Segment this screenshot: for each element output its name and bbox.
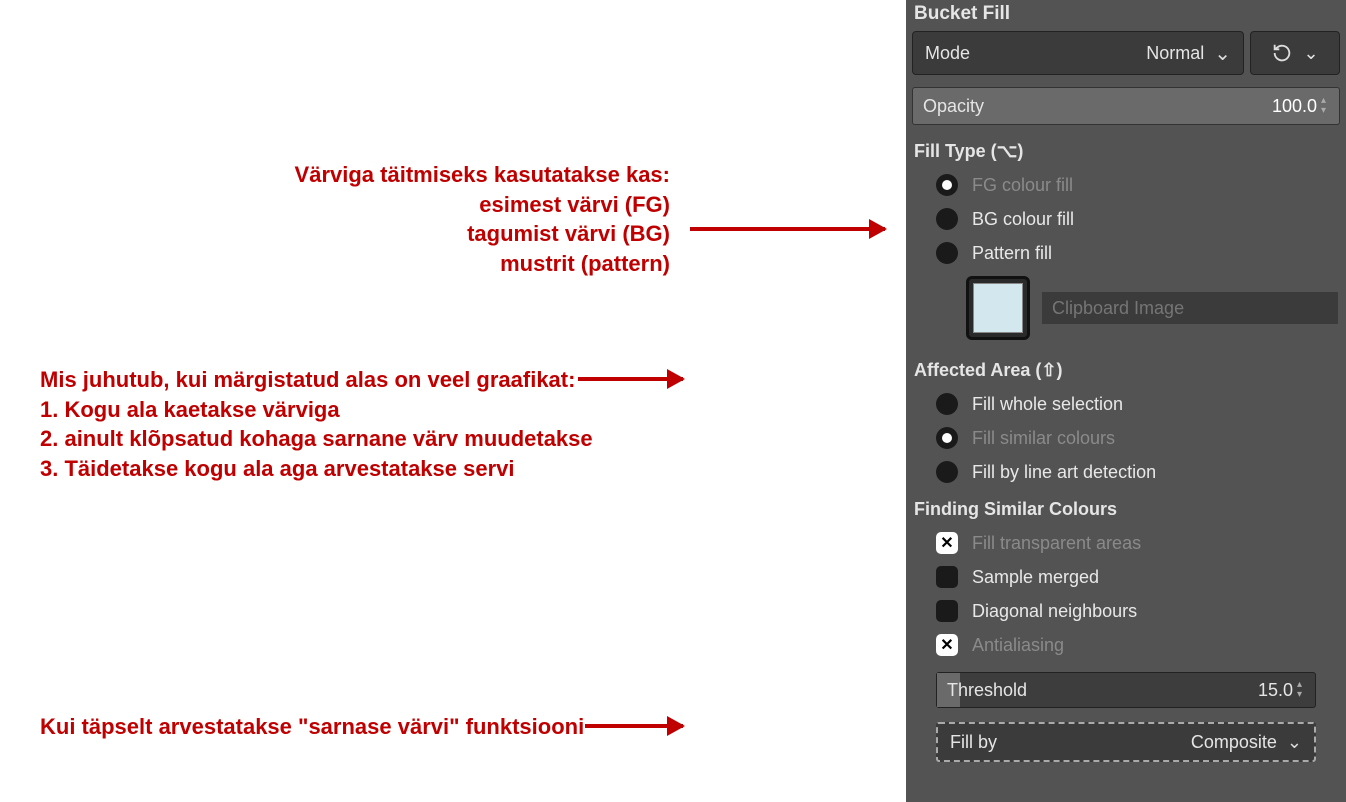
fill-by-value: Composite bbox=[1191, 732, 1277, 753]
anno-line: 3. Täidetakse kogu ala aga arvestatakse … bbox=[40, 454, 593, 484]
anno-line: Mis juhutub, kui märgistatud alas on vee… bbox=[40, 365, 593, 395]
threshold-label: Threshold bbox=[947, 680, 1027, 701]
diagonal-check[interactable]: Diagonal neighbours bbox=[906, 594, 1346, 628]
option-label: Fill similar colours bbox=[972, 428, 1115, 449]
radio-icon bbox=[936, 174, 958, 196]
panel-title: Bucket Fill bbox=[906, 0, 1346, 31]
opacity-slider[interactable]: Opacity 100.0 ▴▾ bbox=[912, 87, 1340, 125]
checkbox-icon: ✕ bbox=[936, 532, 958, 554]
chevron-down-icon: ⌄ bbox=[1214, 41, 1231, 66]
reset-icon bbox=[1271, 42, 1293, 64]
pattern-swatch[interactable] bbox=[966, 276, 1030, 340]
affected-lineart-option[interactable]: Fill by line art detection bbox=[906, 455, 1346, 489]
anno-line: mustrit (pattern) bbox=[295, 249, 670, 279]
finding-header: Finding Similar Colours bbox=[906, 489, 1346, 526]
affected-area-header: Affected Area (⇧) bbox=[906, 350, 1346, 387]
threshold-value: 15.0 bbox=[1258, 680, 1293, 701]
tool-options-panel: Bucket Fill Mode Normal ⌄ ⌄ Opacity 100.… bbox=[906, 0, 1346, 802]
checkbox-icon bbox=[936, 600, 958, 622]
affected-similar-option[interactable]: Fill similar colours bbox=[906, 421, 1346, 455]
pattern-name-field[interactable]: Clipboard Image bbox=[1042, 292, 1338, 324]
radio-icon bbox=[936, 427, 958, 449]
option-label: Fill whole selection bbox=[972, 394, 1123, 415]
radio-icon bbox=[936, 242, 958, 264]
fill-transparent-check[interactable]: ✕ Fill transparent areas bbox=[906, 526, 1346, 560]
option-label: Antialiasing bbox=[972, 635, 1064, 656]
fill-type-header: Fill Type (⌥) bbox=[906, 131, 1346, 168]
opacity-label: Opacity bbox=[923, 96, 984, 117]
mode-reset-button[interactable]: ⌄ bbox=[1250, 31, 1340, 75]
fill-by-select[interactable]: Fill by Composite ⌄ bbox=[936, 722, 1316, 762]
radio-icon bbox=[936, 393, 958, 415]
checkbox-icon bbox=[936, 566, 958, 588]
anno-line: Värviga täitmiseks kasutatakse kas: bbox=[295, 160, 670, 190]
arrow-threshold bbox=[585, 724, 683, 728]
threshold-slider[interactable]: Threshold 15.0 ▴▾ bbox=[936, 672, 1316, 708]
mode-value: Normal bbox=[1146, 43, 1204, 64]
option-label: Fill transparent areas bbox=[972, 533, 1141, 554]
anno-line: esimest värvi (FG) bbox=[295, 190, 670, 220]
chevron-down-icon: ⌄ bbox=[1303, 43, 1318, 64]
checkbox-icon: ✕ bbox=[936, 634, 958, 656]
spinner-arrows-icon[interactable]: ▴▾ bbox=[1297, 673, 1313, 707]
radio-icon bbox=[936, 461, 958, 483]
arrow-affected bbox=[578, 377, 683, 381]
radio-icon bbox=[936, 208, 958, 230]
annotation-layer: Värviga täitmiseks kasutatakse kas: esim… bbox=[0, 0, 900, 802]
option-label: Sample merged bbox=[972, 567, 1099, 588]
opacity-value: 100.0 bbox=[1272, 96, 1317, 117]
option-label: BG colour fill bbox=[972, 209, 1074, 230]
anno-fill-type: Värviga täitmiseks kasutatakse kas: esim… bbox=[295, 160, 670, 279]
spinner-arrows-icon[interactable]: ▴▾ bbox=[1321, 88, 1337, 124]
anno-affected: Mis juhutub, kui märgistatud alas on vee… bbox=[40, 365, 593, 484]
fill-by-label: Fill by bbox=[950, 732, 997, 753]
affected-whole-option[interactable]: Fill whole selection bbox=[906, 387, 1346, 421]
fill-type-fg-option[interactable]: FG colour fill bbox=[906, 168, 1346, 202]
option-label: FG colour fill bbox=[972, 175, 1073, 196]
chevron-down-icon: ⌄ bbox=[1287, 732, 1302, 753]
anno-line: Kui täpselt arvestatakse "sarnase värvi"… bbox=[40, 712, 584, 742]
anno-line: tagumist värvi (BG) bbox=[295, 219, 670, 249]
fill-type-bg-option[interactable]: BG colour fill bbox=[906, 202, 1346, 236]
option-label: Diagonal neighbours bbox=[972, 601, 1137, 622]
mode-row: Mode Normal ⌄ ⌄ bbox=[906, 31, 1346, 81]
arrow-fill-type bbox=[690, 227, 885, 231]
sample-merged-check[interactable]: Sample merged bbox=[906, 560, 1346, 594]
mode-select[interactable]: Mode Normal ⌄ bbox=[912, 31, 1244, 75]
option-label: Fill by line art detection bbox=[972, 462, 1156, 483]
anno-line: 1. Kogu ala kaetakse värviga bbox=[40, 395, 593, 425]
option-label: Pattern fill bbox=[972, 243, 1052, 264]
pattern-preview bbox=[973, 283, 1023, 333]
pattern-name: Clipboard Image bbox=[1052, 298, 1184, 319]
fill-type-pattern-option[interactable]: Pattern fill bbox=[906, 236, 1346, 270]
anno-line: 2. ainult klõpsatud kohaga sarnane värv … bbox=[40, 424, 593, 454]
pattern-row: Clipboard Image bbox=[906, 270, 1346, 350]
antialiasing-check[interactable]: ✕ Antialiasing bbox=[906, 628, 1346, 662]
anno-threshold: Kui täpselt arvestatakse "sarnase värvi"… bbox=[40, 712, 584, 742]
mode-label: Mode bbox=[925, 43, 970, 64]
